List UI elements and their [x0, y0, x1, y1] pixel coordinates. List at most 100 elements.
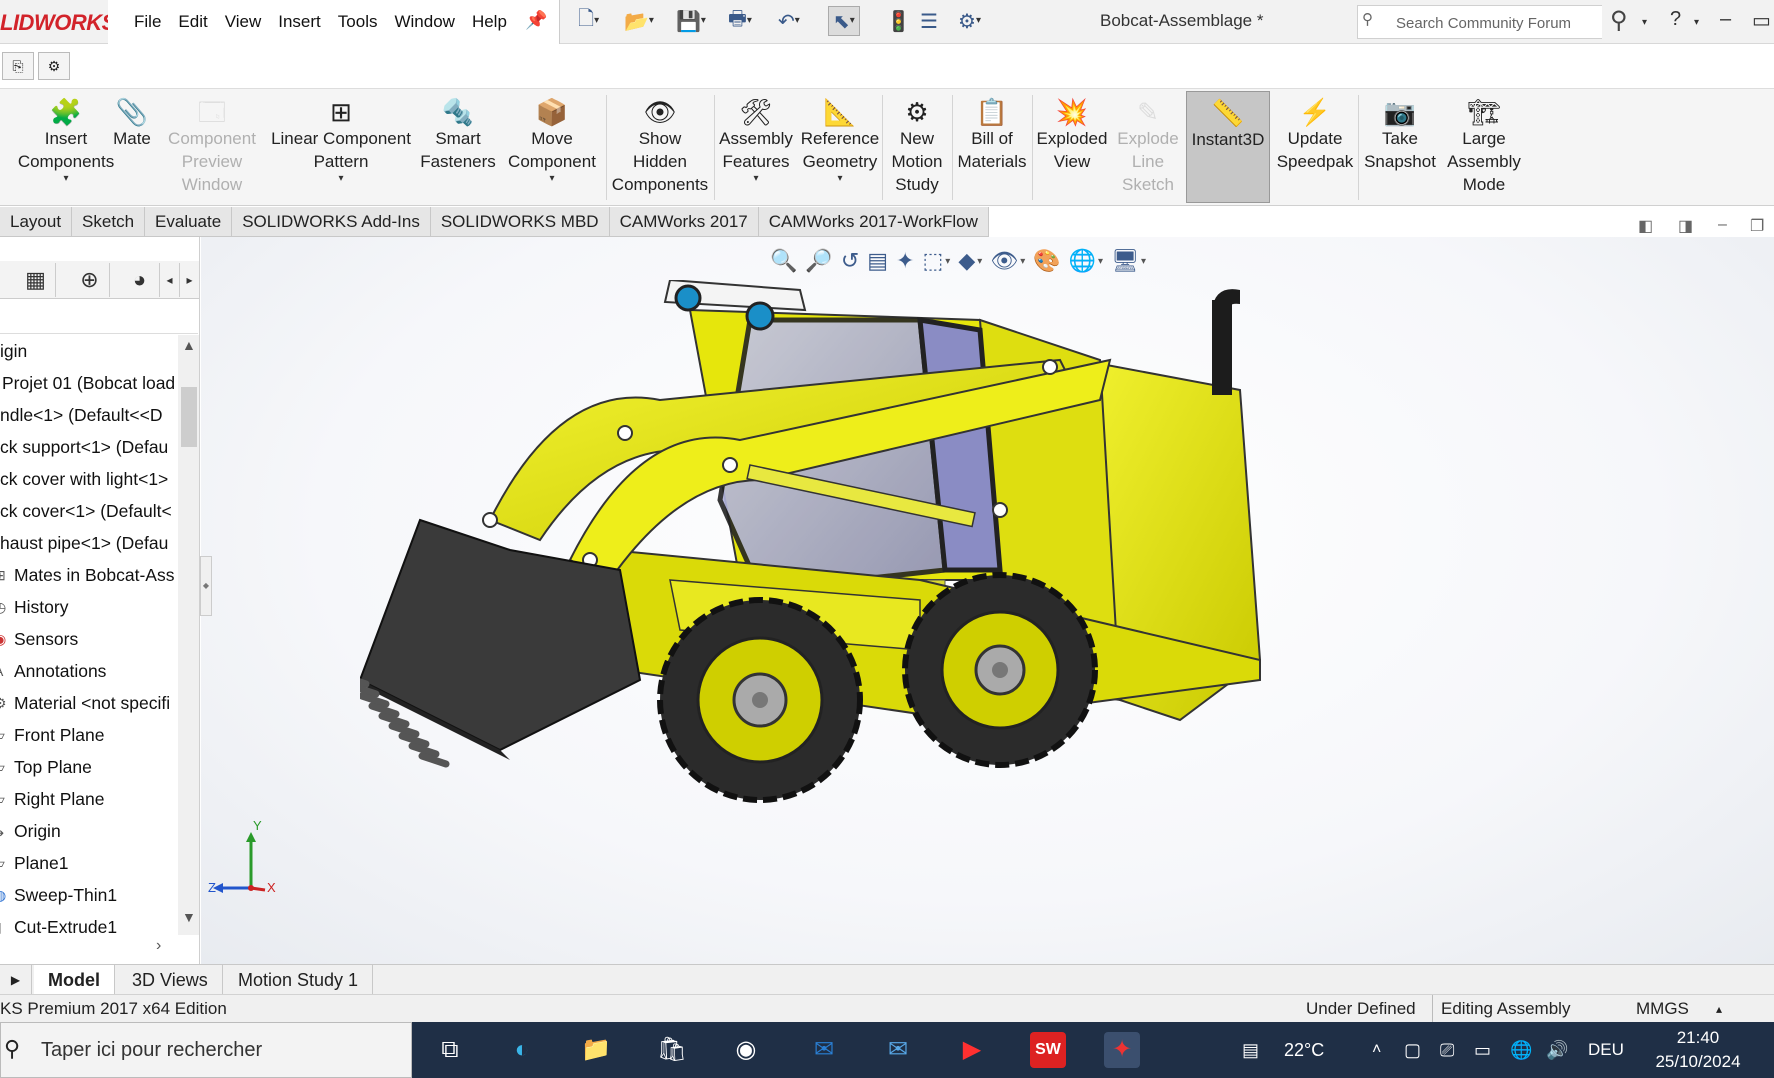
- component-preview-button[interactable]: 🗔 Component Preview Window: [160, 91, 264, 203]
- chevron-down-icon[interactable]: ▾: [837, 173, 842, 185]
- meet-icon[interactable]: ▢: [1404, 1022, 1421, 1078]
- doc-restore-icon[interactable]: ❐: [1750, 216, 1764, 236]
- smart-fasteners-button[interactable]: 🔩 Smart Fasteners: [420, 91, 496, 203]
- tab-mbd[interactable]: SOLIDWORKS MBD: [430, 207, 610, 237]
- tray-chevron-icon[interactable]: ˄: [1372, 1022, 1381, 1078]
- reference-geometry-button[interactable]: 📐 Reference Geometry ▾: [798, 91, 882, 203]
- hide-show-items-icon[interactable]: 👁: [990, 248, 1018, 274]
- exploded-view-button[interactable]: 💥 Exploded View: [1034, 91, 1110, 203]
- menu-file[interactable]: File: [134, 12, 161, 32]
- tile-left-icon[interactable]: ◧: [1638, 216, 1653, 236]
- menu-window[interactable]: Window: [394, 12, 454, 32]
- tree-item-mates[interactable]: ⊞Mates in Bobcat-Ass: [0, 559, 178, 591]
- tree-item-back-cover[interactable]: ck cover<1> (Default<: [0, 495, 178, 527]
- taskbar-clock[interactable]: 21:40 25/10/2024: [1638, 1026, 1758, 1074]
- move-component-button[interactable]: 📦 Move Component ▾: [498, 91, 606, 203]
- undo-icon[interactable]: ↶ ▾: [778, 6, 800, 36]
- file-properties-icon[interactable]: ☰: [920, 6, 938, 36]
- open-icon[interactable]: 📂 ▾: [624, 6, 654, 36]
- tree-item-project[interactable]: Projet 01 (Bobcat load: [0, 367, 178, 399]
- search-dropdown-icon[interactable]: ▾: [1642, 8, 1647, 31]
- scrollbar-thumb[interactable]: [181, 387, 197, 447]
- scroll-right-icon[interactable]: ›: [156, 937, 161, 955]
- youtube-icon[interactable]: ▶: [954, 1032, 990, 1068]
- chevron-down-icon[interactable]: ▾: [63, 173, 68, 185]
- view-orientation-icon[interactable]: ⬚: [922, 248, 943, 274]
- tree-item-cut-extrude1[interactable]: ▯Cut-Extrude1: [0, 911, 178, 943]
- file-explorer-icon[interactable]: 📁: [578, 1032, 614, 1068]
- tree-item-front-plane[interactable]: ▱Front Plane: [0, 719, 178, 751]
- solidworks-taskbar-icon[interactable]: SW: [1030, 1032, 1066, 1068]
- tab-camworks[interactable]: CAMWorks 2017: [609, 207, 759, 237]
- property-manager-icon[interactable]: ▦: [16, 263, 56, 297]
- tab-camworks-workflow[interactable]: CAMWorks 2017-WorkFlow: [758, 207, 989, 237]
- tab-3d-views[interactable]: 3D Views: [118, 965, 223, 995]
- taskbar-search-input[interactable]: Taper ici pour rechercher: [0, 1022, 412, 1078]
- tree-item-back-cover-light[interactable]: ck cover with light<1>: [0, 463, 178, 495]
- instant3d-button[interactable]: 📏 Instant3D: [1186, 91, 1270, 203]
- tree-filter[interactable]: [0, 300, 198, 334]
- task-view-icon[interactable]: ⧉: [432, 1032, 468, 1068]
- status-units[interactable]: MMGS: [1636, 995, 1689, 1023]
- doc-minimize-icon[interactable]: –: [1718, 216, 1727, 234]
- menu-view[interactable]: View: [225, 12, 262, 32]
- new-motion-study-button[interactable]: ⚙ New Motion Study: [884, 91, 950, 203]
- menu-insert[interactable]: Insert: [278, 12, 321, 32]
- chrome-icon[interactable]: ◉: [728, 1032, 764, 1068]
- tile-right-icon[interactable]: ◨: [1678, 216, 1693, 236]
- dynamic-annotation-icon[interactable]: ✦: [896, 248, 914, 274]
- panel-splitter[interactable]: ◆: [200, 556, 212, 616]
- search-scope-icon[interactable]: ⚲: [1362, 10, 1373, 28]
- tab-evaluate[interactable]: Evaluate: [145, 207, 233, 237]
- menu-edit[interactable]: Edit: [178, 12, 207, 32]
- mail-icon[interactable]: ✉: [880, 1032, 916, 1068]
- zoom-to-area-icon[interactable]: 🔎: [805, 248, 832, 274]
- large-assembly-mode-button[interactable]: 🏗 Large Assembly Mode: [1442, 91, 1526, 203]
- panel-scroll-left-icon[interactable]: ◂: [160, 263, 180, 297]
- pin-icon[interactable]: 📌: [525, 10, 547, 31]
- chevron-down-icon[interactable]: ▾: [549, 173, 554, 185]
- tree-item-exhaust-pipe[interactable]: haust pipe<1> (Defau: [0, 527, 178, 559]
- new-document-icon[interactable]: 🗋 ▾: [578, 6, 599, 36]
- tree-item-right-plane[interactable]: ▱Right Plane: [0, 783, 178, 815]
- outlook-icon[interactable]: ✉: [806, 1032, 842, 1068]
- tree-item-top-plane[interactable]: ▱Top Plane: [0, 751, 178, 783]
- assembly-features-button[interactable]: 🛠 Assembly Features ▾: [716, 91, 796, 203]
- explode-line-sketch-button[interactable]: ✎ Explode Line Sketch: [1112, 91, 1184, 203]
- tab-addins[interactable]: SOLIDWORKS Add-Ins: [232, 207, 431, 237]
- chevron-down-icon[interactable]: ▾: [753, 173, 758, 185]
- view-settings-icon[interactable]: 🖥: [1111, 248, 1139, 274]
- take-snapshot-button[interactable]: 📷 Take Snapshot: [1360, 91, 1440, 203]
- minimize-icon[interactable]: –: [1720, 8, 1731, 31]
- toolbar-toggle-icon[interactable]: ⚙: [38, 52, 70, 80]
- weather-icon[interactable]: ▤: [1242, 1022, 1259, 1078]
- zoom-to-fit-icon[interactable]: 🔍: [770, 248, 797, 274]
- tree-item-origin-2[interactable]: ↳Origin: [0, 815, 178, 847]
- scroll-up-icon[interactable]: ▲: [182, 337, 196, 353]
- previous-view-icon[interactable]: ↺: [841, 248, 859, 274]
- help-dropdown-icon[interactable]: ▾: [1694, 8, 1699, 31]
- bobcat-model[interactable]: [360, 280, 1280, 880]
- save-icon[interactable]: 💾 ▾: [676, 6, 706, 36]
- rebuild-icon[interactable]: 🚦: [886, 6, 911, 36]
- app-taskbar-icon[interactable]: ✦: [1104, 1032, 1140, 1068]
- edit-appearance-icon[interactable]: 🎨: [1033, 248, 1060, 274]
- tree-item-sensors[interactable]: ◉Sensors: [0, 623, 178, 655]
- units-dropdown-icon[interactable]: ▴: [1716, 995, 1722, 1023]
- mate-button[interactable]: 📎 Mate: [108, 91, 156, 203]
- menu-tools[interactable]: Tools: [338, 12, 378, 32]
- help-icon[interactable]: ?: [1670, 8, 1681, 31]
- display-manager-icon[interactable]: ◕: [120, 263, 160, 297]
- tree-item-material[interactable]: ⚙Material <not specifi: [0, 687, 178, 719]
- screen-icon[interactable]: ⎚: [1440, 1022, 1454, 1078]
- menu-help[interactable]: Help: [472, 12, 507, 32]
- scroll-down-icon[interactable]: ▼: [182, 909, 196, 925]
- section-view-icon[interactable]: ▤: [867, 248, 888, 274]
- tab-model[interactable]: Model: [34, 965, 115, 995]
- battery-icon[interactable]: ▭: [1474, 1022, 1491, 1078]
- input-language[interactable]: DEU: [1588, 1022, 1624, 1078]
- search-input[interactable]: Search Community Forum: [1357, 5, 1602, 39]
- select-icon[interactable]: ⬉ ▾: [828, 6, 860, 36]
- print-icon[interactable]: 🖶 ▾: [728, 6, 752, 36]
- tree-item-sweep-thin1[interactable]: ◍Sweep-Thin1: [0, 879, 178, 911]
